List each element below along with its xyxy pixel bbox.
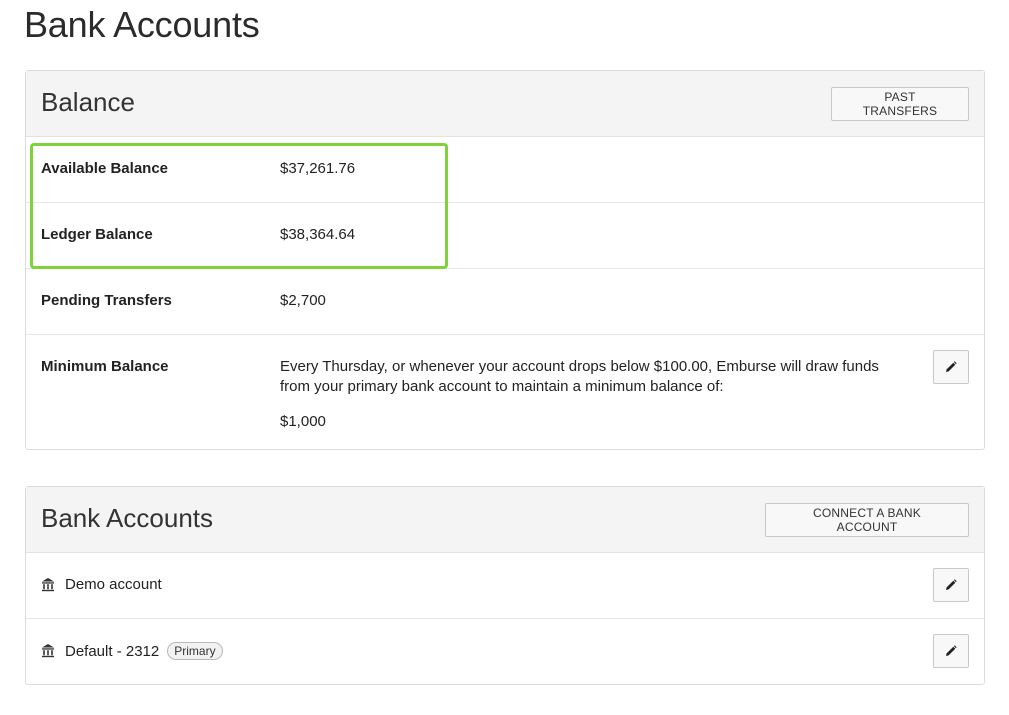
bank-icon — [42, 578, 54, 592]
minimum-balance-amount: $1,000 — [280, 413, 326, 430]
bank-accounts-card-title: Bank Accounts — [41, 503, 213, 533]
pending-transfers-label: Pending Transfers — [41, 292, 172, 309]
bank-account-row: Demo account — [26, 553, 984, 619]
pending-transfers-row: Pending Transfers $2,700 — [26, 269, 984, 335]
pencil-icon — [946, 579, 957, 590]
balance-highlight-box — [30, 143, 448, 269]
bank-accounts-card: Bank Accounts CONNECT A BANK ACCOUNT Dem… — [25, 486, 985, 685]
bank-account-row: Default - 2312 Primary — [26, 619, 984, 684]
minimum-balance-label: Minimum Balance — [41, 358, 169, 375]
bank-account-name: Default - 2312 — [65, 643, 160, 660]
edit-default-account-button[interactable] — [933, 634, 969, 668]
primary-badge: Primary — [167, 642, 223, 660]
page-title: Bank Accounts — [24, 4, 260, 45]
bank-icon — [42, 644, 54, 658]
edit-minimum-balance-button[interactable] — [933, 350, 969, 384]
pencil-icon — [946, 645, 957, 656]
balance-card-header: Balance PAST TRANSFERS — [26, 71, 984, 137]
edit-demo-account-button[interactable] — [933, 568, 969, 602]
past-transfers-button[interactable]: PAST TRANSFERS — [831, 87, 969, 121]
minimum-balance-description: Every Thursday, or whenever your account… — [280, 358, 879, 395]
minimum-balance-row: Minimum Balance Every Thursday, or whene… — [26, 335, 984, 449]
pencil-icon — [946, 361, 957, 372]
bank-accounts-card-header: Bank Accounts CONNECT A BANK ACCOUNT — [26, 487, 984, 553]
connect-bank-account-button[interactable]: CONNECT A BANK ACCOUNT — [765, 503, 969, 537]
balance-card-title: Balance — [41, 87, 135, 117]
bank-account-name-wrap: Default - 2312 Primary — [65, 642, 223, 660]
pending-transfers-value: $2,700 — [280, 292, 326, 309]
bank-account-name: Demo account — [65, 576, 162, 593]
